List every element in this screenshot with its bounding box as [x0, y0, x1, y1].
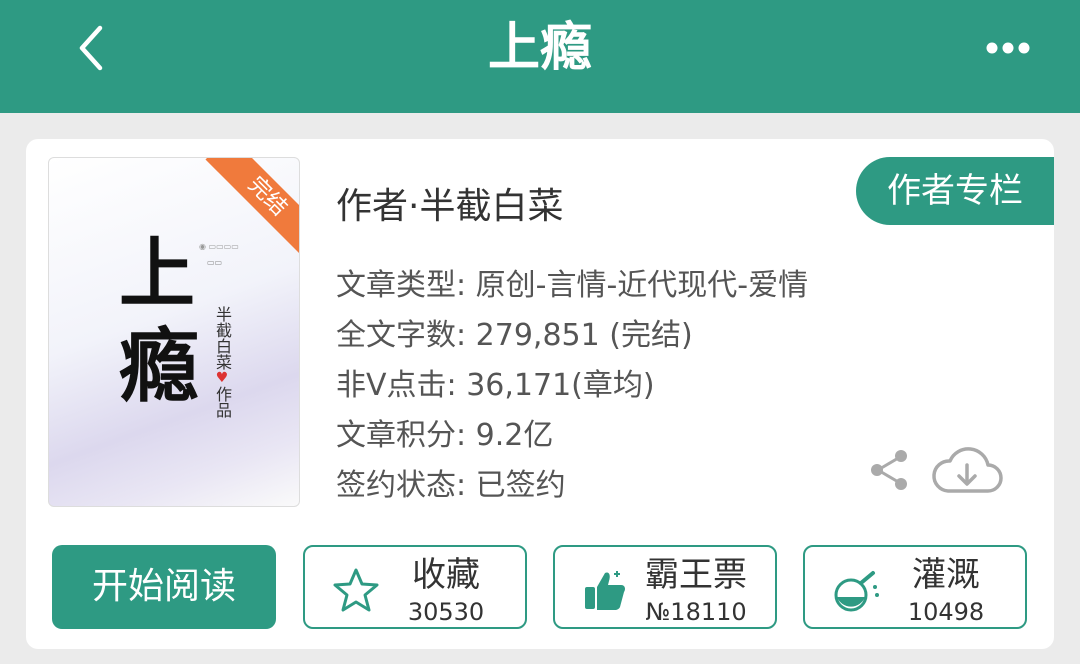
cover-title-char-1: 上	[119, 229, 195, 318]
info-row-type: 文章类型: 原创-言情-近代现代-爱情	[336, 261, 808, 311]
irrigate-button[interactable]: 灌溉 10498	[803, 545, 1027, 629]
irrigate-label: 灌溉	[912, 555, 980, 595]
info-label: 全文字数:	[336, 318, 467, 353]
favorite-label: 收藏	[412, 555, 480, 595]
more-button[interactable]	[978, 28, 1038, 68]
cover-author-name: 半截白菜	[213, 306, 232, 370]
favorite-count: 30530	[407, 598, 485, 626]
book-info-list: 文章类型: 原创-言情-近代现代-爱情 全文字数: 279,851 (完结) 非…	[336, 261, 808, 511]
top-bar: 上瘾	[0, 0, 1080, 113]
download-button[interactable]	[930, 443, 1004, 499]
star-icon	[333, 568, 379, 612]
book-author[interactable]: 作者·半截白菜	[336, 177, 563, 229]
more-horizontal-icon	[986, 42, 1030, 54]
book-card: ◉ ▭▭▭▭ ▭▭ 上 瘾 半截白菜♥作品 完结 作者·半截白菜 作者专栏 文章…	[26, 139, 1054, 649]
share-button[interactable]	[866, 447, 912, 493]
info-value: 原创-言情-近代现代-爱情	[475, 268, 809, 303]
cover-author-vertical: 半截白菜♥作品	[211, 306, 232, 418]
info-row-word-count: 全文字数: 279,851 (完结)	[336, 311, 808, 361]
info-value: 已签约	[475, 468, 566, 503]
cover-publisher-mark: ◉ ▭▭▭▭	[199, 242, 239, 251]
info-value: 36,171(章均)	[466, 368, 655, 403]
favorite-button[interactable]: 收藏 30530	[303, 545, 527, 629]
share-icon	[871, 450, 907, 490]
info-value: 279,851 (完结)	[475, 318, 693, 353]
cover-title-char-2: 瘾	[119, 319, 199, 413]
info-label: 签约状态:	[336, 468, 467, 503]
overlord-ticket-count: №18110	[645, 598, 747, 626]
info-row-clicks: 非V点击: 36,171(章均)	[336, 361, 808, 411]
start-reading-button[interactable]: 开始阅读	[52, 545, 276, 629]
cloud-download-icon	[932, 447, 1003, 493]
info-value: 9.2亿	[475, 418, 554, 453]
page-title: 上瘾	[487, 18, 592, 78]
cover-stamp: ▭▭	[207, 258, 223, 267]
info-label: 非V点击:	[336, 368, 457, 403]
author-column-button[interactable]: 作者专栏	[856, 157, 1054, 225]
irrigate-count: 10498	[907, 598, 985, 626]
overlord-ticket-label: 霸王票	[645, 555, 747, 595]
overlord-ticket-button[interactable]: 霸王票 №18110	[553, 545, 777, 629]
nutrient-flask-icon	[834, 571, 879, 612]
book-cover[interactable]: ◉ ▭▭▭▭ ▭▭ 上 瘾 半截白菜♥作品 完结	[48, 157, 300, 507]
thumbs-up-icon	[585, 571, 625, 610]
info-label: 文章类型:	[336, 268, 467, 303]
heart-icon: ♥	[214, 370, 230, 386]
info-row-score: 文章积分: 9.2亿	[336, 411, 808, 461]
info-label: 文章积分:	[336, 418, 467, 453]
info-row-contract: 签约状态: 已签约	[336, 461, 808, 511]
cover-works-label: 作品	[213, 386, 232, 418]
